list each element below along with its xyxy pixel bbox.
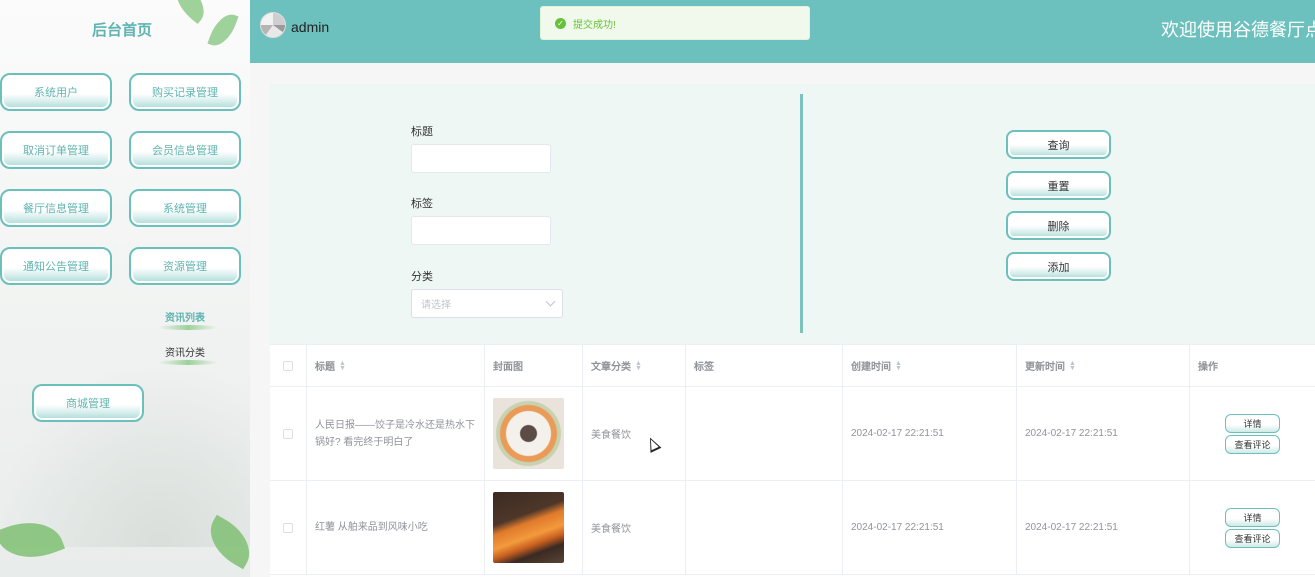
title-label: 标题 (411, 126, 433, 138)
category-placeholder: 请选择 (421, 300, 451, 311)
submenu-underline (158, 360, 218, 365)
col-cover-label: 封面图 (493, 362, 523, 373)
menu-member-info[interactable]: 会员信息管理 (129, 131, 241, 169)
col-updated-label: 更新时间 (1025, 362, 1065, 373)
table-header-row: 标题 ▲ ▼ 封面图 文章分类 ▲ ▼ 标签 创建时间 ▲ ▼ 更新时间 ▲ ▼ 操作 (270, 345, 1315, 387)
select-all-checkbox[interactable] (283, 360, 293, 371)
row-checkbox[interactable] (283, 522, 293, 533)
tag-input[interactable] (411, 216, 551, 245)
row-created: 2024-02-17 22:21:51 (851, 428, 944, 439)
title-input[interactable] (411, 144, 551, 173)
submenu-news-list[interactable]: 资讯列表 (165, 309, 205, 324)
cover-image-sweet-potato (493, 492, 564, 563)
sidebar: 后台首页 系统用户 购买记录管理 取消订单管理 会员信息管理 餐厅信息管理 系统… (0, 0, 250, 577)
username: admin (291, 19, 330, 35)
row-category-cell: 美食餐饮 (582, 387, 685, 480)
check-circle-icon: ✓ (555, 17, 566, 29)
menu-system-users[interactable]: 系统用户 (0, 73, 112, 111)
row-select-cell (270, 387, 306, 480)
view-comments-button[interactable]: 查看评论 (1225, 528, 1280, 548)
query-button[interactable]: 查询 (1006, 130, 1111, 159)
col-category-label: 文章分类 (591, 362, 631, 373)
col-title[interactable]: 标题 ▲ ▼ (306, 345, 484, 386)
row-category: 美食餐饮 (591, 430, 631, 441)
row-updated: 2024-02-17 22:21:51 (1025, 522, 1118, 533)
category-select[interactable]: 请选择 (411, 289, 563, 318)
view-comments-button[interactable]: 查看评论 (1225, 434, 1280, 454)
row-checkbox[interactable] (283, 428, 293, 439)
row-category-cell: 美食餐饮 (582, 481, 685, 574)
avatar[interactable] (260, 12, 286, 38)
menu-notice-manage[interactable]: 通知公告管理 (0, 247, 112, 285)
category-label: 分类 (411, 271, 433, 283)
col-title-label: 标题 (315, 362, 335, 373)
cover-image-dumplings (493, 398, 564, 469)
row-actions-cell: 详情 查看评论 (1189, 481, 1315, 574)
row-created: 2024-02-17 22:21:51 (851, 522, 944, 533)
row-cover-cell (484, 481, 582, 574)
reset-button[interactable]: 重置 (1006, 171, 1111, 200)
menu-mall-manage[interactable]: 商城管理 (32, 384, 144, 422)
row-created-cell: 2024-02-17 22:21:51 (842, 481, 1016, 574)
row-title-cell: 红薯 从舶来品到风味小吃 (306, 481, 484, 574)
col-created[interactable]: 创建时间 ▲ ▼ (842, 345, 1016, 386)
row-updated-cell: 2024-02-17 22:21:51 (1016, 481, 1189, 574)
detail-button[interactable]: 详情 (1225, 413, 1280, 433)
sort-icon[interactable]: ▲ ▼ (895, 360, 902, 372)
row-title-cell: 人民日报——饺子是冷水还是热水下锅好? 看完终于明白了 (306, 387, 484, 480)
success-toast: ✓ 提交成功! (540, 6, 810, 40)
col-category[interactable]: 文章分类 ▲ ▼ (582, 345, 685, 386)
menu-cancel-orders[interactable]: 取消订单管理 (0, 131, 112, 169)
select-all-cell (270, 345, 306, 386)
col-tag-label: 标签 (694, 362, 714, 373)
tag-label: 标签 (411, 198, 433, 210)
col-created-label: 创建时间 (851, 362, 891, 373)
table-row: 红薯 从舶来品到风味小吃 美食餐饮 2024-02-17 22:21:51 20… (270, 481, 1315, 575)
sort-icon[interactable]: ▲ ▼ (635, 360, 642, 372)
submenu-news-category[interactable]: 资讯分类 (165, 344, 205, 359)
panel-divider (800, 94, 803, 333)
row-tag-cell (685, 387, 842, 480)
row-updated: 2024-02-17 22:21:51 (1025, 428, 1118, 439)
menu-purchase-records[interactable]: 购买记录管理 (129, 73, 241, 111)
col-updated[interactable]: 更新时间 ▲ ▼ (1016, 345, 1189, 386)
menu-restaurant-info[interactable]: 餐厅信息管理 (0, 189, 112, 227)
add-button[interactable]: 添加 (1006, 252, 1111, 281)
menu-system-manage[interactable]: 系统管理 (129, 189, 241, 227)
col-actions-label: 操作 (1198, 362, 1218, 373)
toast-message: 提交成功! (573, 19, 616, 31)
row-cover-cell (484, 387, 582, 480)
home-title[interactable]: 后台首页 (92, 19, 152, 40)
row-title: 红薯 从舶来品到风味小吃 (315, 522, 428, 533)
sort-icon[interactable]: ▲ ▼ (339, 360, 346, 372)
row-category: 美食餐饮 (591, 524, 631, 535)
news-table: 标题 ▲ ▼ 封面图 文章分类 ▲ ▼ 标签 创建时间 ▲ ▼ 更新时间 ▲ ▼ 操作 人民日报… (270, 344, 1315, 577)
mountain-decoration (0, 347, 250, 547)
welcome-text: 欢迎使用谷德餐厅点餐 (1161, 20, 1315, 40)
leaf-decoration (207, 9, 239, 51)
row-actions-cell: 详情 查看评论 (1189, 387, 1315, 480)
submenu-underline (158, 325, 218, 330)
col-tag: 标签 (685, 345, 842, 386)
row-select-cell (270, 481, 306, 574)
row-updated-cell: 2024-02-17 22:21:51 (1016, 387, 1189, 480)
detail-button[interactable]: 详情 (1225, 507, 1280, 527)
row-created-cell: 2024-02-17 22:21:51 (842, 387, 1016, 480)
chevron-down-icon (545, 296, 556, 307)
row-title: 人民日报——饺子是冷水还是热水下锅好? 看完终于明白了 (315, 419, 475, 448)
delete-button[interactable]: 删除 (1006, 211, 1111, 240)
table-row: 人民日报——饺子是冷水还是热水下锅好? 看完终于明白了 美食餐饮 2024-02… (270, 387, 1315, 481)
row-tag-cell (685, 481, 842, 574)
col-cover: 封面图 (484, 345, 582, 386)
leaf-decoration (166, 0, 214, 25)
col-actions: 操作 (1189, 345, 1315, 386)
sort-icon[interactable]: ▲ ▼ (1069, 360, 1076, 372)
menu-resource-manage[interactable]: 资源管理 (129, 247, 241, 285)
